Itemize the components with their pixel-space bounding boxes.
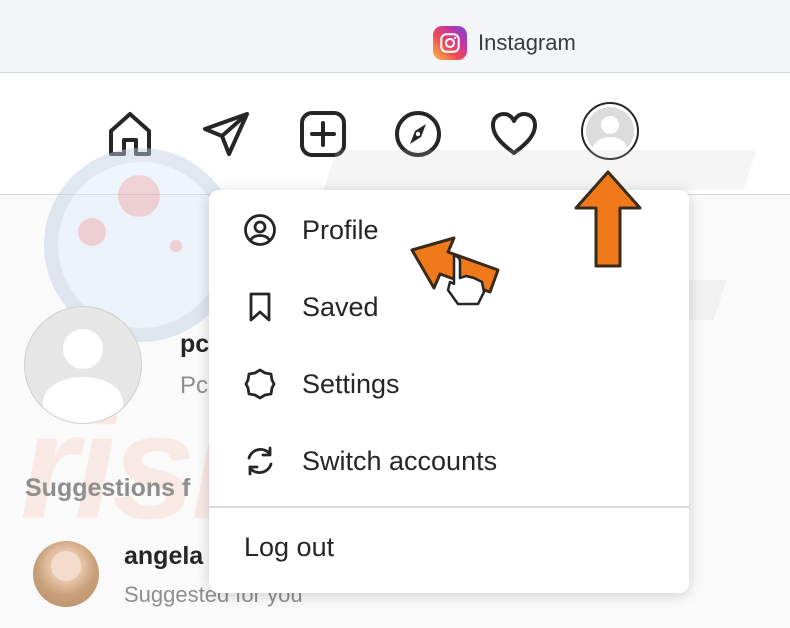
menu-item-label: Profile (302, 214, 379, 245)
menu-item-settings[interactable]: Settings (209, 353, 689, 415)
bookmark-icon (242, 289, 278, 325)
menu-item-label: Settings (302, 368, 400, 399)
browser-tab-bar: Instagram (0, 0, 790, 73)
watermark-dot (170, 240, 182, 252)
menu-item-switch-accounts[interactable]: Switch accounts (209, 430, 689, 492)
menu-item-label: Switch accounts (302, 445, 498, 476)
profile-card-username[interactable]: pc (180, 330, 209, 359)
profile-avatar-icon (586, 107, 634, 155)
suggestions-heading: Suggestions f (25, 474, 191, 502)
watermark-dot (78, 218, 106, 246)
switch-accounts-icon (242, 443, 278, 479)
suggestion-avatar[interactable] (33, 541, 99, 607)
profile-card-avatar[interactable] (24, 306, 142, 424)
tab-title: Instagram (478, 30, 576, 55)
profile-card-fullname: Pc (180, 372, 209, 399)
suggestion-name[interactable]: angela (124, 542, 203, 571)
watermark-dot (118, 175, 160, 217)
annotation-arrow-up-icon (574, 170, 642, 268)
direct-message-icon[interactable] (200, 108, 252, 160)
watermark-shape (323, 150, 757, 190)
gear-icon (242, 366, 278, 402)
profile-circle-icon (242, 212, 278, 248)
instagram-logo-icon (433, 26, 467, 60)
browser-tab[interactable]: Instagram (433, 26, 576, 60)
logout-button[interactable]: Log out (244, 532, 334, 563)
hand-cursor-icon (446, 254, 486, 306)
menu-divider (209, 506, 689, 508)
menu-item-label: Saved (302, 291, 379, 322)
